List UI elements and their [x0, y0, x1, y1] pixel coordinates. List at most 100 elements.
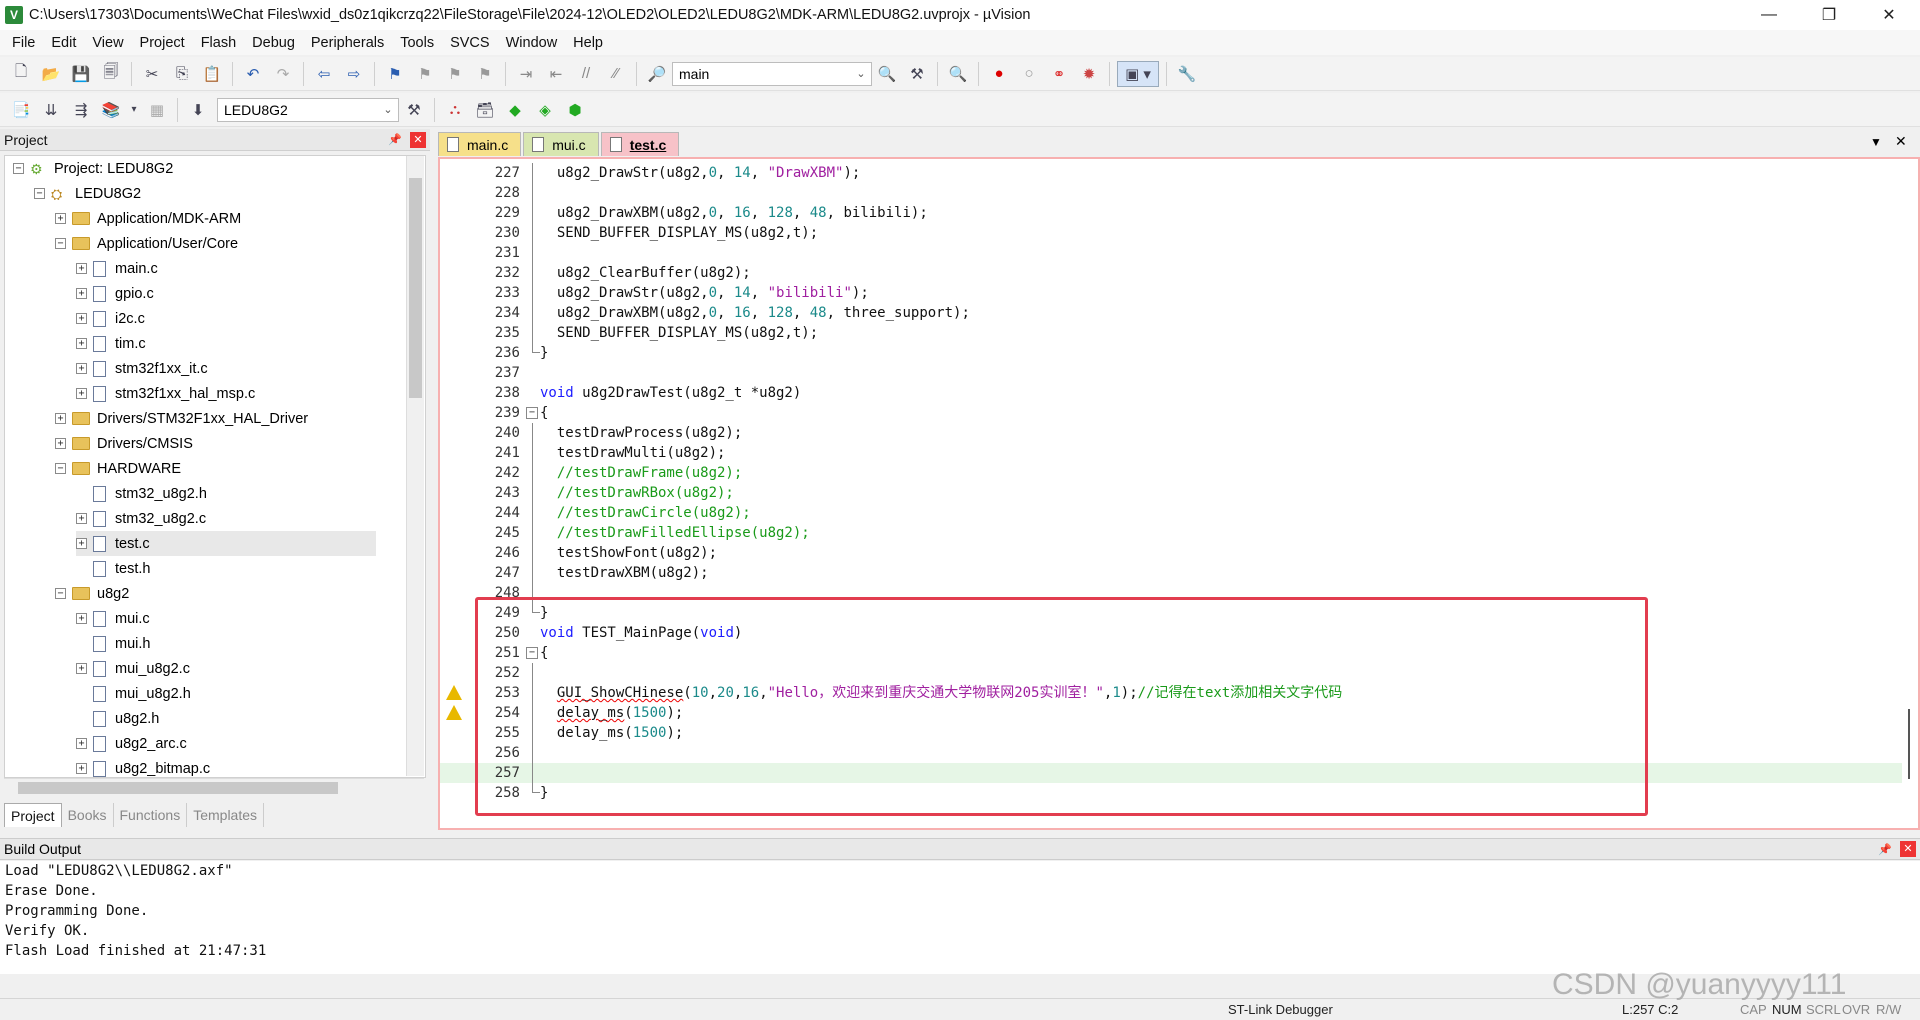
code-line[interactable]: 253 GUI_ShowCHinese(10,20,16,"Hello，欢迎来到…: [440, 683, 1918, 703]
editor-tab-test-c[interactable]: test.c: [600, 132, 680, 156]
minimize-button[interactable]: —: [1740, 0, 1798, 30]
tab-books[interactable]: Books: [62, 803, 114, 827]
code-line[interactable]: 251−{: [440, 643, 1918, 663]
download-icon[interactable]: ⬇: [185, 97, 211, 123]
pin-icon[interactable]: 📌: [1878, 843, 1892, 856]
tree-item[interactable]: + mui_u8g2.c: [76, 656, 190, 681]
code-line[interactable]: 229 u8g2_DrawXBM(u8g2,0, 16, 128, 48, bi…: [440, 203, 1918, 223]
code-line[interactable]: 243 //testDrawRBox(u8g2);: [440, 483, 1918, 503]
translate-icon[interactable]: 📑: [8, 97, 34, 123]
tree-item[interactable]: + u8g2_bitmap.c: [76, 756, 210, 777]
bookmark-icon[interactable]: ⚑: [382, 61, 408, 87]
find-combo[interactable]: main ⌄: [672, 61, 872, 86]
editor-vertical-scrollbar[interactable]: [1902, 159, 1918, 828]
redo-icon[interactable]: ↷: [270, 61, 296, 87]
code-line[interactable]: 250 void TEST_MainPage(void): [440, 623, 1918, 643]
expand-icon[interactable]: +: [76, 738, 87, 749]
select-software-packs-icon[interactable]: ◈: [532, 97, 558, 123]
tree-item[interactable]: − Application/User/Core: [55, 231, 238, 256]
expand-icon[interactable]: +: [76, 538, 87, 549]
pack-installer-icon[interactable]: ◆: [502, 97, 528, 123]
code-editor[interactable]: 227 u8g2_DrawStr(u8g2,0, 14, "DrawXBM");…: [438, 157, 1920, 830]
undo-icon[interactable]: ↶: [240, 61, 266, 87]
expand-icon[interactable]: +: [76, 288, 87, 299]
tree-item[interactable]: u8g2.h: [76, 706, 159, 731]
code-line[interactable]: 249}: [440, 603, 1918, 623]
close-editor-icon[interactable]: ✕: [1895, 133, 1907, 150]
tree-item[interactable]: + u8g2_arc.c: [76, 731, 187, 756]
cut-icon[interactable]: ✂: [139, 61, 165, 87]
debug-start-icon[interactable]: 🔍: [945, 61, 971, 87]
close-panel-icon[interactable]: ✕: [410, 131, 426, 148]
tab-menu-icon[interactable]: ▼: [1870, 135, 1882, 149]
tree-vertical-scrollbar[interactable]: [406, 156, 424, 776]
new-file-icon[interactable]: 🗋: [8, 61, 34, 87]
breakpoint-kill-all-icon[interactable]: ✹: [1076, 61, 1102, 87]
tree-item[interactable]: + Drivers/CMSIS: [55, 431, 193, 456]
close-window-button[interactable]: ✕: [1860, 0, 1918, 30]
fold-toggle-icon[interactable]: −: [526, 647, 538, 659]
code-line[interactable]: 252: [440, 663, 1918, 683]
menu-peripherals[interactable]: Peripherals: [303, 35, 392, 51]
code-line[interactable]: 256: [440, 743, 1918, 763]
tree-item[interactable]: + tim.c: [76, 331, 146, 356]
run-time-environment-icon[interactable]: ⬢: [562, 97, 588, 123]
find-in-files-icon[interactable]: 🔎: [644, 61, 670, 87]
tree-item[interactable]: test.h: [76, 556, 150, 581]
open-file-icon[interactable]: 📂: [38, 61, 64, 87]
code-line[interactable]: 233 u8g2_DrawStr(u8g2,0, 14, "bilibili")…: [440, 283, 1918, 303]
tree-item[interactable]: − u8g2: [55, 581, 129, 606]
code-line[interactable]: 257: [440, 763, 1918, 783]
nav-forward-icon[interactable]: ⇨: [341, 61, 367, 87]
expand-icon[interactable]: +: [76, 663, 87, 674]
menu-svcs[interactable]: SVCS: [442, 35, 498, 51]
expand-icon[interactable]: +: [55, 413, 66, 424]
tab-functions[interactable]: Functions: [114, 803, 188, 827]
expand-icon[interactable]: +: [76, 513, 87, 524]
tree-item[interactable]: + main.c: [76, 256, 158, 281]
menu-help[interactable]: Help: [565, 35, 611, 51]
expand-icon[interactable]: +: [76, 338, 87, 349]
warning-icon[interactable]: [446, 705, 462, 720]
breakpoint-insert-icon[interactable]: ●: [986, 61, 1012, 87]
tab-project[interactable]: Project: [4, 803, 62, 827]
save-all-icon[interactable]: 🗐: [98, 61, 124, 87]
save-icon[interactable]: 💾: [68, 61, 94, 87]
tree-item[interactable]: stm32_u8g2.h: [76, 481, 207, 506]
code-line[interactable]: 236}: [440, 343, 1918, 363]
scroll-thumb[interactable]: [409, 178, 422, 398]
prev-bookmark-icon[interactable]: ⚑: [412, 61, 438, 87]
paste-icon[interactable]: 📋: [199, 61, 225, 87]
code-line[interactable]: 231: [440, 243, 1918, 263]
code-line[interactable]: 248: [440, 583, 1918, 603]
code-line[interactable]: 245 //testDrawFilledEllipse(u8g2);: [440, 523, 1918, 543]
code-line[interactable]: 238 void u8g2DrawTest(u8g2_t *u8g2): [440, 383, 1918, 403]
expand-icon[interactable]: +: [76, 763, 87, 774]
warning-icon[interactable]: [446, 685, 462, 700]
stop-build-icon[interactable]: ▦: [144, 97, 170, 123]
chevron-down-icon[interactable]: ⌄: [381, 102, 395, 118]
next-bookmark-icon[interactable]: ⚑: [442, 61, 468, 87]
expand-icon[interactable]: +: [76, 263, 87, 274]
code-line[interactable]: 246 testShowFont(u8g2);: [440, 543, 1918, 563]
collapse-icon[interactable]: −: [55, 238, 66, 249]
uncomment-icon[interactable]: ⁄⁄: [603, 61, 629, 87]
code-line[interactable]: 239−{: [440, 403, 1918, 423]
build-output-text[interactable]: Load "LEDU8G2\\LEDU8G2.axf" Erase Done. Pr…: [0, 861, 1920, 974]
menu-edit[interactable]: Edit: [43, 35, 84, 51]
tree-item[interactable]: + i2c.c: [76, 306, 145, 331]
tree-item[interactable]: + test.c: [76, 531, 376, 556]
code-line[interactable]: 242 //testDrawFrame(u8g2);: [440, 463, 1918, 483]
manage-components-icon[interactable]: 🗃: [472, 97, 498, 123]
unindent-icon[interactable]: ⇤: [543, 61, 569, 87]
menu-project[interactable]: Project: [132, 35, 193, 51]
collapse-icon[interactable]: −: [13, 163, 24, 174]
target-combo[interactable]: LEDU8G2 ⌄: [217, 97, 399, 122]
breakpoint-enable-icon[interactable]: ○: [1016, 61, 1042, 87]
chevron-down-icon[interactable]: ⌄: [854, 66, 868, 82]
target-options-icon[interactable]: ⚒: [401, 97, 427, 123]
code-line[interactable]: 240 testDrawProcess(u8g2);: [440, 423, 1918, 443]
editor-tab-mui-c[interactable]: mui.c: [523, 132, 599, 156]
expand-icon[interactable]: +: [55, 213, 66, 224]
h-scroll-thumb[interactable]: [18, 782, 338, 794]
